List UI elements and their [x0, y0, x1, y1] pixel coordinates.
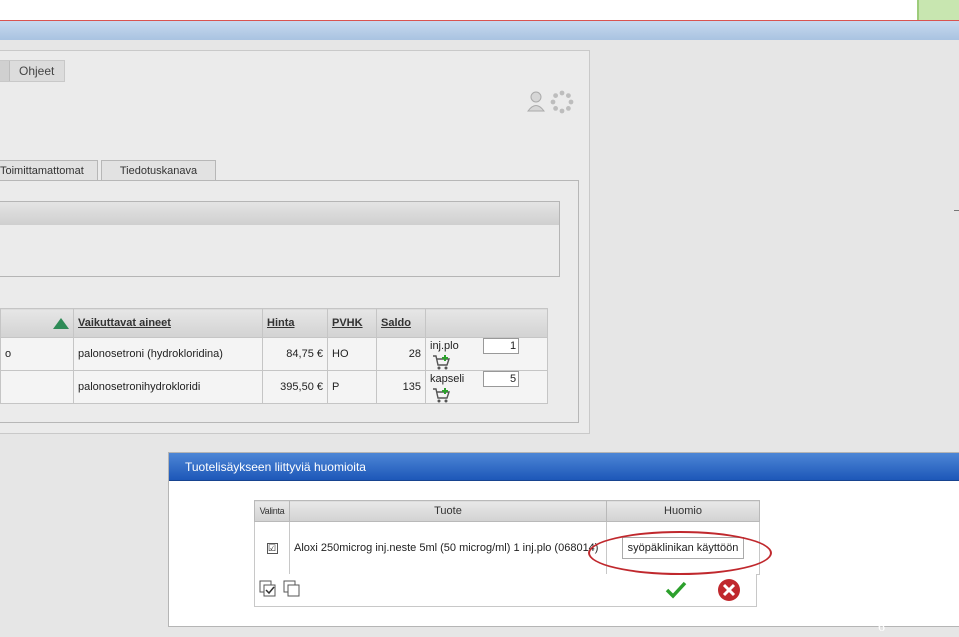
cancel-icon[interactable]: [717, 578, 741, 602]
cart-add-icon[interactable]: [432, 387, 452, 403]
quantity-input[interactable]: 1: [483, 338, 520, 354]
page-number: 6: [878, 620, 885, 635]
product-table: Vaikuttavat aineet Hinta PVHK Saldo o pa…: [0, 308, 548, 404]
cart-add-icon[interactable]: [432, 354, 452, 370]
pvhk-column-header[interactable]: PVHK: [327, 308, 377, 338]
sort-asc-icon[interactable]: [53, 318, 69, 330]
product-name-cell: [0, 370, 74, 404]
stock-cell: 28: [376, 337, 426, 371]
price-cell: 84,75 €: [262, 337, 328, 371]
edge-line: [954, 210, 959, 211]
substance-cell: palonosetronihydrokloridi: [73, 370, 263, 404]
help-label: Ohjeet: [19, 64, 55, 78]
stock-cell: 135: [376, 370, 426, 404]
product-name-cell: o: [0, 337, 74, 371]
substance-cell: palonosetroni (hydrokloridina): [73, 337, 263, 371]
note-column-header: Huomio: [606, 500, 760, 522]
pvhk-cell: P: [327, 370, 377, 404]
highlight-annotation: [588, 531, 772, 575]
select-cell: ☑: [254, 521, 290, 575]
title-bar: [0, 21, 959, 40]
user-icon[interactable]: [526, 90, 546, 112]
table-header-row: Vaikuttavat aineet Hinta PVHK Saldo: [0, 308, 548, 338]
select-all-icon[interactable]: [259, 580, 277, 598]
product-column-header: Tuote: [289, 500, 607, 522]
info-box-header: [0, 201, 560, 226]
tab-label: Toimittamattomat: [0, 165, 84, 177]
tab-toimittamattomat[interactable]: Toimittamattomat: [0, 160, 98, 181]
table-row[interactable]: palonosetronihydrokloridi 395,50 € P 135…: [0, 370, 548, 404]
product-cell: Aloxi 250microg inj.neste 5ml (50 microg…: [289, 521, 607, 575]
price-cell: 395,50 €: [262, 370, 328, 404]
help-menu-button[interactable]: Ohjeet: [0, 60, 65, 82]
price-column-header[interactable]: Hinta: [262, 308, 328, 338]
info-box-body: [0, 225, 560, 277]
stock-column-header[interactable]: Saldo: [376, 308, 426, 338]
confirm-icon[interactable]: [665, 580, 687, 600]
form-label: kapseli: [430, 372, 465, 385]
order-cell: kapseli 5: [425, 370, 548, 404]
menu-separator: [0, 61, 10, 81]
select-column-header: Valinta: [254, 500, 290, 522]
user-tools: [526, 90, 574, 114]
table-row[interactable]: o palonosetroni (hydrokloridina) 84,75 €…: [0, 337, 548, 371]
pvhk-cell: HO: [327, 337, 377, 371]
name-column-header[interactable]: [0, 308, 74, 338]
dialog-actions: [254, 574, 757, 607]
select-checkbox[interactable]: ☑: [266, 543, 278, 554]
top-strip: [0, 0, 959, 21]
order-cell: inj.plo 1: [425, 337, 548, 371]
notes-header-row: Valinta Tuote Huomio: [254, 500, 760, 522]
quantity-input[interactable]: 5: [483, 371, 520, 387]
order-column-header: [425, 308, 548, 338]
tab-tiedotuskanava[interactable]: Tiedotuskanava: [101, 160, 216, 181]
loading-icon: [550, 90, 574, 114]
form-label: inj.plo: [430, 339, 459, 352]
deselect-all-icon[interactable]: [283, 580, 301, 598]
tab-label: Tiedotuskanava: [119, 165, 198, 177]
substances-column-header[interactable]: Vaikuttavat aineet: [73, 308, 263, 338]
corner-decoration: [917, 0, 959, 20]
dialog-title: Tuotelisäykseen liittyviä huomioita: [169, 453, 959, 481]
notes-dialog: Tuotelisäykseen liittyviä huomioita Vali…: [168, 452, 959, 627]
